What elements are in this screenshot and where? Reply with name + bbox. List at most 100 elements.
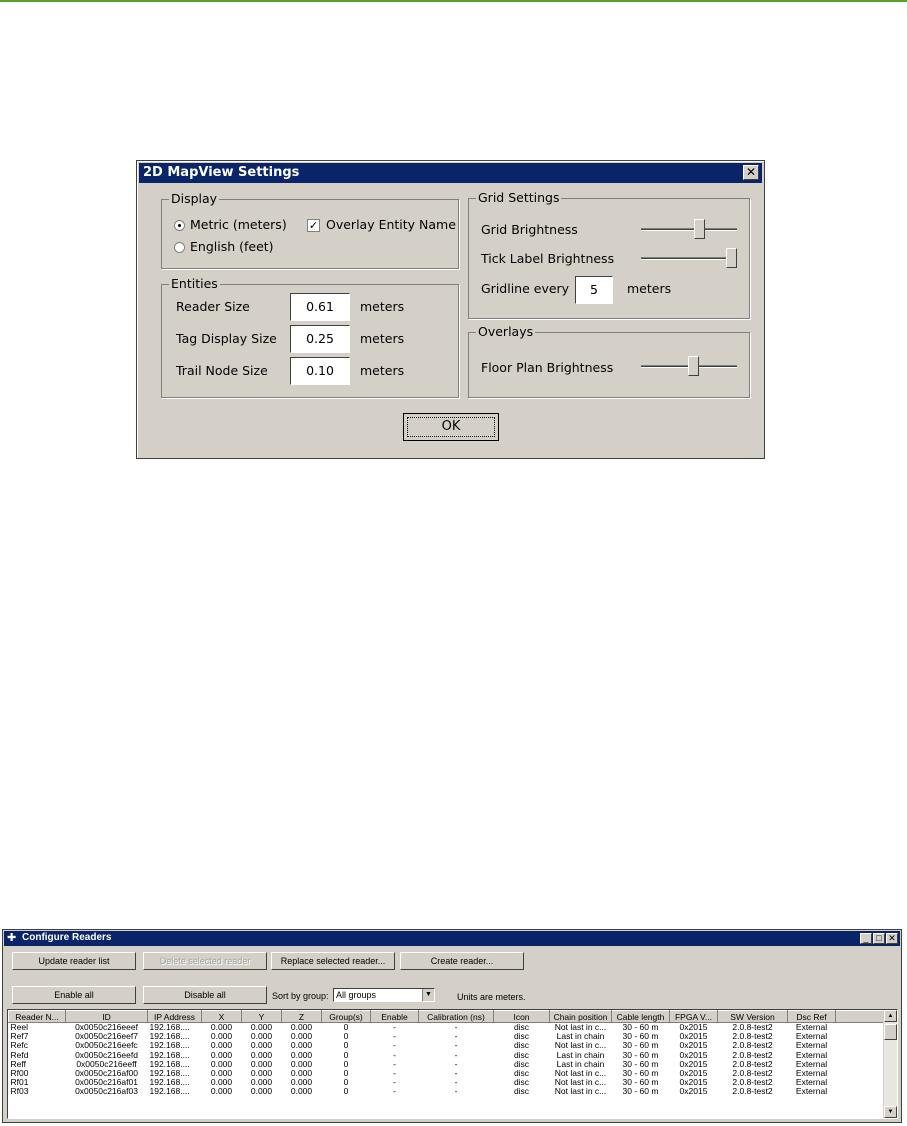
window-titlebar[interactable]: ✚ Configure Readers _ □ ✕ xyxy=(4,931,900,946)
gridline-every-input[interactable]: 5 xyxy=(575,276,613,304)
table-cell: 0.000 xyxy=(250,1078,273,1088)
ok-button[interactable]: OK xyxy=(403,413,499,441)
table-cell-filler xyxy=(836,1087,885,1096)
grid-settings-group: Grid Settings Grid Brightness Tick Label… xyxy=(468,190,750,319)
table-cell: - xyxy=(454,1059,458,1069)
table-cell-filler xyxy=(836,1078,885,1087)
column-header[interactable]: Calibration (ns) xyxy=(418,1010,494,1023)
entities-legend: Entities xyxy=(169,276,220,291)
table-cell: 0x0050c216eef7 xyxy=(75,1032,138,1042)
table-cell: 0.000 xyxy=(210,1059,233,1069)
table-cell: disc xyxy=(513,1022,530,1033)
table-cell: 0x0050c216eefc xyxy=(75,1041,138,1051)
table-cell: 192.168.... xyxy=(149,1022,190,1033)
table-cell: External xyxy=(795,1041,828,1051)
table-cell: 0.000 xyxy=(250,1032,273,1042)
table-cell: Reff xyxy=(10,1059,26,1069)
column-header[interactable]: Dsc Ref xyxy=(787,1010,836,1023)
column-header[interactable]: X xyxy=(201,1010,242,1023)
column-header[interactable]: ID xyxy=(65,1010,148,1023)
delete-selected-reader-button[interactable]: Delete selected reader xyxy=(143,952,267,970)
column-header[interactable]: Cable length xyxy=(611,1010,670,1023)
table-cell: 0.000 xyxy=(250,1068,273,1079)
table-cell: Rf00 xyxy=(10,1068,29,1079)
overlay-entity-checkbox[interactable]: ✓ xyxy=(307,219,320,232)
scroll-down-icon[interactable]: ▼ xyxy=(884,1106,897,1118)
metric-label[interactable]: Metric (meters) xyxy=(190,217,287,232)
table-cell: 30 - 60 m xyxy=(622,1078,659,1088)
column-header[interactable]: IP Address xyxy=(147,1010,202,1023)
table-cell: - xyxy=(393,1078,396,1088)
close-button[interactable]: ✕ xyxy=(743,165,759,180)
overlay-entity-label[interactable]: Overlay Entity Name xyxy=(326,217,456,232)
table-cell: - xyxy=(454,1087,458,1097)
grid-brightness-slider[interactable] xyxy=(693,219,705,239)
english-radio[interactable] xyxy=(174,242,185,253)
tag-display-size-input[interactable]: 0.25 xyxy=(290,325,350,353)
table-row[interactable]: Refc 0x0050c216eefc 192.168.... 0.000 0.000 0… xyxy=(9,1041,885,1050)
table-cell: disc xyxy=(513,1032,530,1042)
close-window-button[interactable]: ✕ xyxy=(886,933,898,944)
column-header[interactable]: Z xyxy=(281,1010,322,1023)
grid-brightness-label: Grid Brightness xyxy=(481,222,578,237)
sort-by-group-select[interactable]: All groups ▼ xyxy=(333,988,435,1002)
minimize-button[interactable]: _ xyxy=(860,933,872,944)
enable-all-button[interactable]: Enable all xyxy=(12,986,136,1004)
column-header[interactable]: Enable xyxy=(370,1010,419,1023)
table-cell: External xyxy=(795,1022,828,1033)
table-cell: 0.000 xyxy=(210,1022,233,1033)
table-cell: 2.0.8-test2 xyxy=(732,1032,773,1042)
reader-size-input[interactable]: 0.61 xyxy=(290,293,350,321)
english-label[interactable]: English (feet) xyxy=(190,239,274,254)
table-cell: 0x0050c216af01 xyxy=(75,1078,138,1088)
vertical-scrollbar[interactable]: ▲ ▼ xyxy=(883,1010,897,1118)
table-row[interactable]: Reel 0x0050c216eeef 192.168.... 0.000 0.000 0… xyxy=(9,1023,885,1033)
table-row[interactable]: Reff 0x0050c216eeff 192.168.... 0.000 0.000 0… xyxy=(9,1060,885,1069)
table-cell: - xyxy=(454,1050,458,1060)
column-header[interactable]: Chain position xyxy=(549,1010,612,1023)
table-cell: 0 xyxy=(343,1050,349,1060)
column-header[interactable]: Reader N... xyxy=(8,1010,66,1023)
table-cell: - xyxy=(393,1087,396,1097)
grid-settings-legend: Grid Settings xyxy=(476,190,562,205)
table-row[interactable]: Ref7 0x0050c216eef7 192.168.... 0.000 0.000 0… xyxy=(9,1032,885,1041)
table-row[interactable]: Rf03 0x0050c216af03 192.168.... 0.000 0.000 0… xyxy=(9,1087,885,1096)
dialog-titlebar[interactable]: 2D MapView Settings ✕ xyxy=(139,163,762,183)
table-cell: disc xyxy=(513,1050,530,1060)
floor-plan-brightness-slider[interactable] xyxy=(687,356,699,376)
table-cell: 0.000 xyxy=(250,1087,273,1097)
table-cell: External xyxy=(795,1059,828,1069)
scroll-thumb[interactable] xyxy=(884,1024,897,1040)
disable-all-button[interactable]: Disable all xyxy=(143,986,267,1004)
column-header[interactable]: Group(s) xyxy=(321,1010,371,1023)
maximize-button[interactable]: □ xyxy=(873,933,885,944)
table-cell: Not last in c... xyxy=(554,1041,607,1051)
metric-radio[interactable] xyxy=(174,220,185,231)
update-reader-list-button[interactable]: Update reader list xyxy=(12,952,136,970)
dropdown-arrow-icon[interactable]: ▼ xyxy=(422,989,434,1001)
table-cell: 0.000 xyxy=(290,1068,313,1079)
table-row[interactable]: Refd 0x0050c216eefd 192.168.... 0.000 0.000 0… xyxy=(9,1051,885,1060)
column-header[interactable]: Y xyxy=(241,1010,282,1023)
table-cell: 0 xyxy=(343,1032,349,1042)
column-header[interactable]: Icon xyxy=(493,1010,550,1023)
table-cell: 0x0050c216eefd xyxy=(75,1050,138,1060)
trail-node-size-input[interactable]: 0.10 xyxy=(290,357,350,385)
replace-selected-reader-button[interactable]: Replace selected reader... xyxy=(271,952,395,970)
table-cell: disc xyxy=(513,1087,530,1097)
table-cell: 0x0050c216eeff xyxy=(76,1059,137,1069)
table-row[interactable]: Rf01 0x0050c216af01 192.168.... 0.000 0.000 0… xyxy=(9,1078,885,1087)
column-header[interactable]: FPGA V... xyxy=(669,1010,718,1023)
table-cell: 0x2015 xyxy=(679,1078,708,1088)
table-row[interactable]: Rf00 0x0050c216af00 192.168.... 0.000 0.000 0… xyxy=(9,1069,885,1078)
scroll-up-icon[interactable]: ▲ xyxy=(884,1010,897,1022)
dialog-title: 2D MapView Settings xyxy=(143,165,300,180)
create-reader-button[interactable]: Create reader... xyxy=(400,952,524,970)
configure-readers-window: ✚ Configure Readers _ □ ✕ Update reader … xyxy=(2,929,902,1123)
tick-label-brightness-slider[interactable] xyxy=(726,248,737,268)
table-cell: 2.0.8-test2 xyxy=(732,1050,773,1060)
table-cell: 0.000 xyxy=(290,1022,313,1033)
grid-brightness-track xyxy=(641,228,737,231)
column-header[interactable]: SW Version xyxy=(717,1010,788,1023)
table-header-row: Reader N... ID IP Address X Y Z Group(s) Enable… xyxy=(8,1010,885,1023)
